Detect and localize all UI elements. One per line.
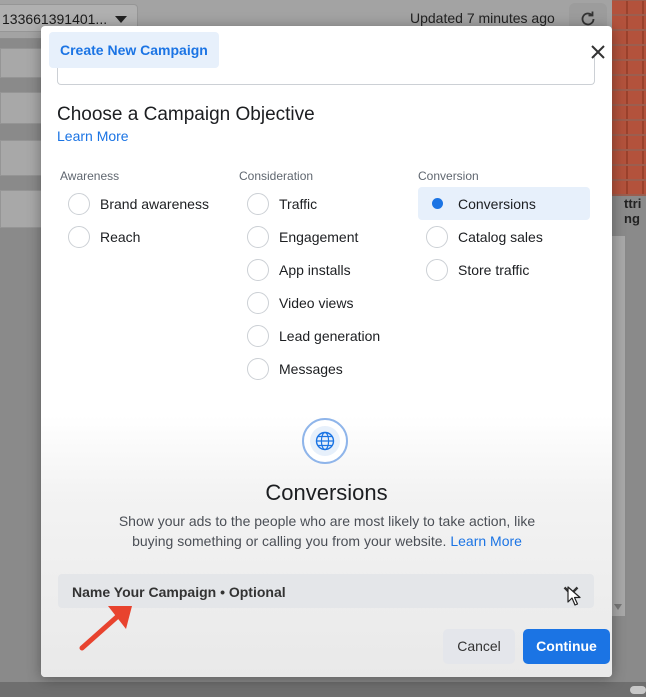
objective-label: Reach [100,228,141,245]
background-row [0,92,42,124]
objective-lead-generation[interactable]: Lead generation [239,319,411,352]
background-row [0,140,42,176]
objective-label: Messages [279,360,343,377]
objective-label: App installs [279,261,351,278]
video-progress-handle[interactable] [630,686,646,694]
objective-label: Traffic [279,195,318,212]
radio-button[interactable] [247,225,269,248]
objective-label: Video views [279,294,354,311]
video-thumbnail [612,0,646,196]
objective-traffic[interactable]: Traffic [239,187,411,220]
objective-messages[interactable]: Messages [239,352,411,385]
close-icon [591,45,605,59]
objective-label: Catalog sales [458,228,543,245]
annotation-arrow-icon [79,606,132,651]
column-heading: Awareness [60,169,120,183]
column-heading: Conversion [418,169,479,183]
background-scrollbar[interactable] [611,236,625,616]
radio-button[interactable] [426,225,448,248]
name-campaign-section[interactable]: Name Your Campaign • Optional [58,574,594,608]
radio-button[interactable] [247,324,269,347]
radio-button[interactable] [247,291,269,314]
radio-button[interactable] [247,258,269,281]
detail-learn-more-link[interactable]: Learn More [450,533,522,549]
objective-column-awareness: Awareness Brand awareness Reach [60,169,220,253]
close-button[interactable] [586,40,610,64]
radio-button[interactable] [247,192,269,215]
objective-app-installs[interactable]: App installs [239,253,411,286]
objective-column-consideration: Consideration Traffic Engagement App ins… [239,169,411,385]
mouse-pointer-icon [567,586,581,606]
caret-down-icon [115,16,127,23]
objective-video-views[interactable]: Video views [239,286,411,319]
radio-button[interactable] [247,357,269,380]
objective-label: Brand awareness [100,195,209,212]
background-row [0,190,42,228]
continue-button[interactable]: Continue [523,629,610,664]
scroll-down-arrow-icon[interactable] [614,604,622,610]
objective-reach[interactable]: Reach [60,220,220,253]
objective-brand-awareness[interactable]: Brand awareness [60,187,220,220]
radio-button[interactable] [68,225,90,248]
objective-label: Engagement [279,228,359,245]
objective-label: Conversions [458,195,536,212]
learn-more-link[interactable]: Learn More [57,128,129,144]
objective-engagement[interactable]: Engagement [239,220,411,253]
objective-label: Lead generation [279,327,381,344]
objective-icon-badge [302,418,348,464]
objective-label: Store traffic [458,261,530,278]
objective-detail-description: Show your ads to the people who are most… [118,513,536,549]
radio-button[interactable] [426,258,448,281]
radio-button[interactable] [68,192,90,215]
background-row [0,48,42,78]
create-campaign-modal: Create New Campaign Choose a Campaign Ob… [41,26,612,677]
video-progress-bar [0,682,646,697]
objective-column-conversion: Conversion Conversions Catalog sales Sto… [418,169,590,286]
background-column-text: ttri ng [624,196,642,226]
ad-account-label: 133661391401... [2,11,108,27]
globe-icon [315,431,335,451]
modal-title: Create New Campaign [49,32,219,68]
radio-button-selected[interactable] [426,193,448,215]
section-title: Choose a Campaign Objective [57,104,315,125]
objective-detail-title: Conversions [265,480,388,505]
last-updated-text: Updated 7 minutes ago [410,10,555,26]
objective-catalog-sales[interactable]: Catalog sales [418,220,590,253]
objective-conversions[interactable]: Conversions [418,187,590,220]
cancel-button[interactable]: Cancel [443,629,515,664]
objective-store-traffic[interactable]: Store traffic [418,253,590,286]
column-heading: Consideration [239,169,314,183]
